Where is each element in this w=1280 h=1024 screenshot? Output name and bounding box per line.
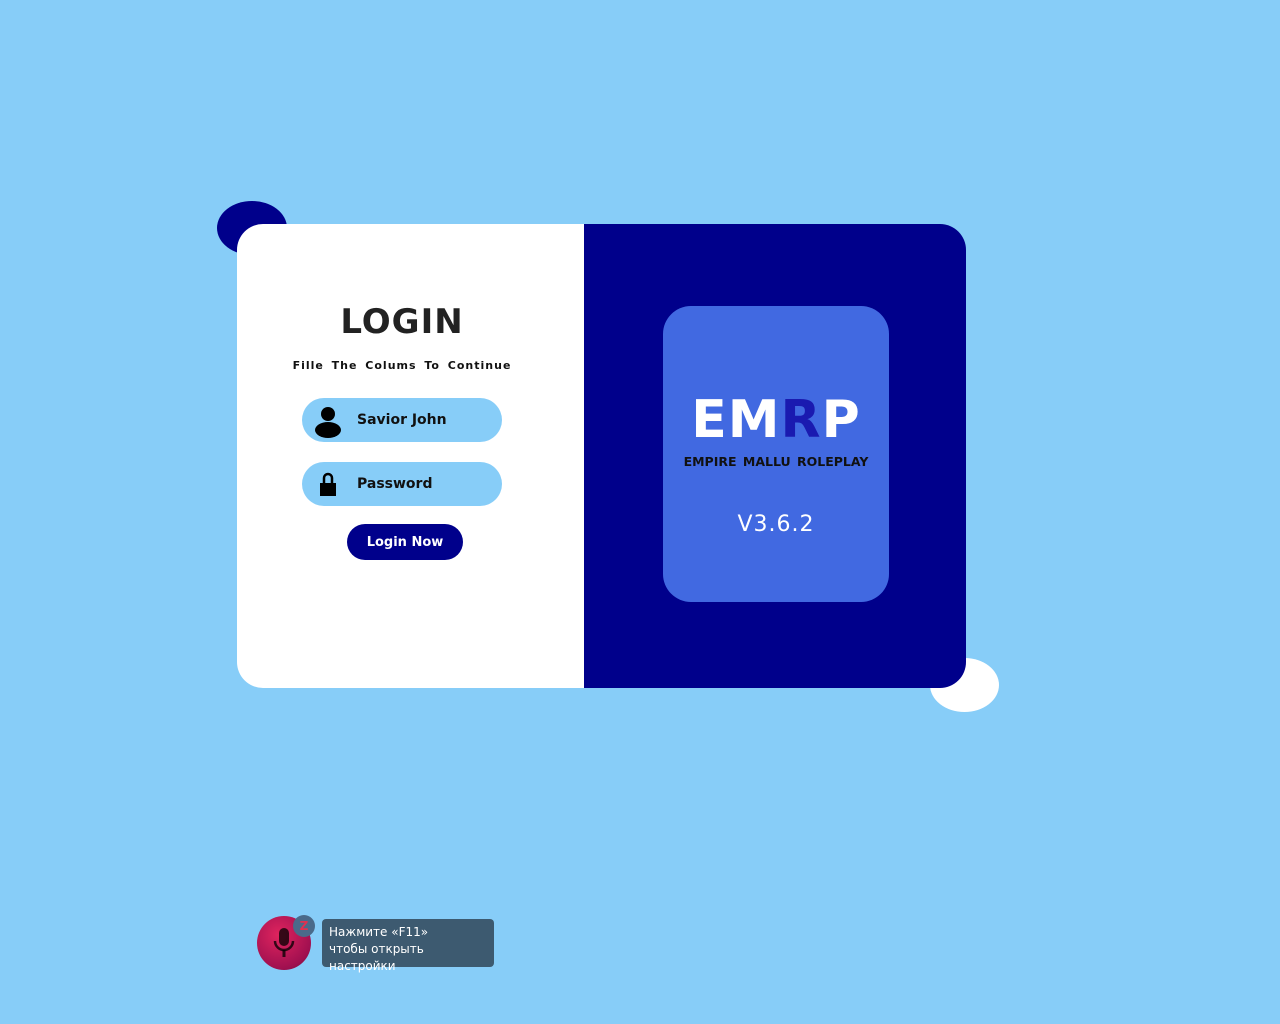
user-icon bbox=[314, 406, 342, 438]
username-field[interactable] bbox=[302, 398, 502, 442]
hint-line-2: чтобы открыть настройки bbox=[329, 942, 424, 973]
login-title: LOGIN bbox=[340, 302, 464, 342]
brand-logo-end: P bbox=[821, 390, 861, 450]
login-card: LOGIN Fille The Colums To Continue Login… bbox=[237, 224, 966, 688]
brand-logo-main: EM bbox=[691, 390, 781, 450]
brand-box: EMRP EMPIRE MALLU ROLEPLAY V3.6.2 bbox=[663, 306, 889, 602]
brand-name: EMPIRE MALLU ROLEPLAY bbox=[683, 454, 869, 469]
hint-line-1: Нажмите «F11» bbox=[329, 925, 429, 939]
brand-logo-accent: R bbox=[780, 390, 822, 450]
brand-panel: EMRP EMPIRE MALLU ROLEPLAY V3.6.2 bbox=[584, 224, 966, 688]
username-input[interactable] bbox=[357, 407, 492, 433]
password-field[interactable] bbox=[302, 462, 502, 506]
version-label: V3.6.2 bbox=[737, 512, 815, 537]
microphone-icon bbox=[273, 928, 295, 957]
login-now-button[interactable]: Login Now bbox=[347, 524, 463, 560]
voice-key-badge: Z bbox=[293, 915, 315, 937]
lock-icon bbox=[314, 470, 342, 500]
login-subtitle: Fille The Colums To Continue bbox=[292, 359, 512, 372]
brand-logo: EMRP bbox=[663, 392, 889, 448]
voice-chat-widget: Z Нажмите «F11» чтобы открыть настройки bbox=[257, 915, 497, 973]
password-input[interactable] bbox=[357, 471, 492, 497]
voice-settings-hint: Нажмите «F11» чтобы открыть настройки bbox=[322, 919, 494, 973]
login-panel: LOGIN Fille The Colums To Continue Login… bbox=[237, 224, 584, 688]
